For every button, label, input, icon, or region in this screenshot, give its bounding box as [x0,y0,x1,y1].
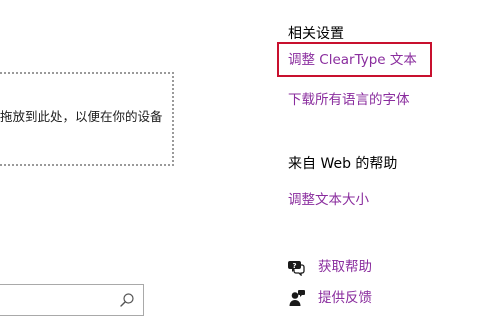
feedback-person-icon [289,290,305,306]
give-feedback-row[interactable]: 提供反馈 [288,288,372,308]
web-help-heading: 来自 Web 的帮助 [288,156,398,172]
adjust-text-size-link[interactable]: 调整文本大小 [288,191,369,209]
search-icon [120,293,134,307]
chat-help-icon: ? [288,261,305,276]
cleartype-link[interactable]: 调整 ClearType 文本 [288,51,417,69]
give-feedback-link[interactable]: 提供反馈 [318,289,372,307]
svg-text:?: ? [292,262,296,270]
drop-zone-text: 拖放到此处，以便在你的设备 [0,109,163,124]
get-help-link[interactable]: 获取帮助 [318,258,372,276]
related-settings-heading: 相关设置 [288,26,344,42]
font-search-input[interactable] [0,284,144,316]
get-help-row[interactable]: ? 获取帮助 [288,257,372,277]
download-fonts-link[interactable]: 下载所有语言的字体 [288,91,410,109]
